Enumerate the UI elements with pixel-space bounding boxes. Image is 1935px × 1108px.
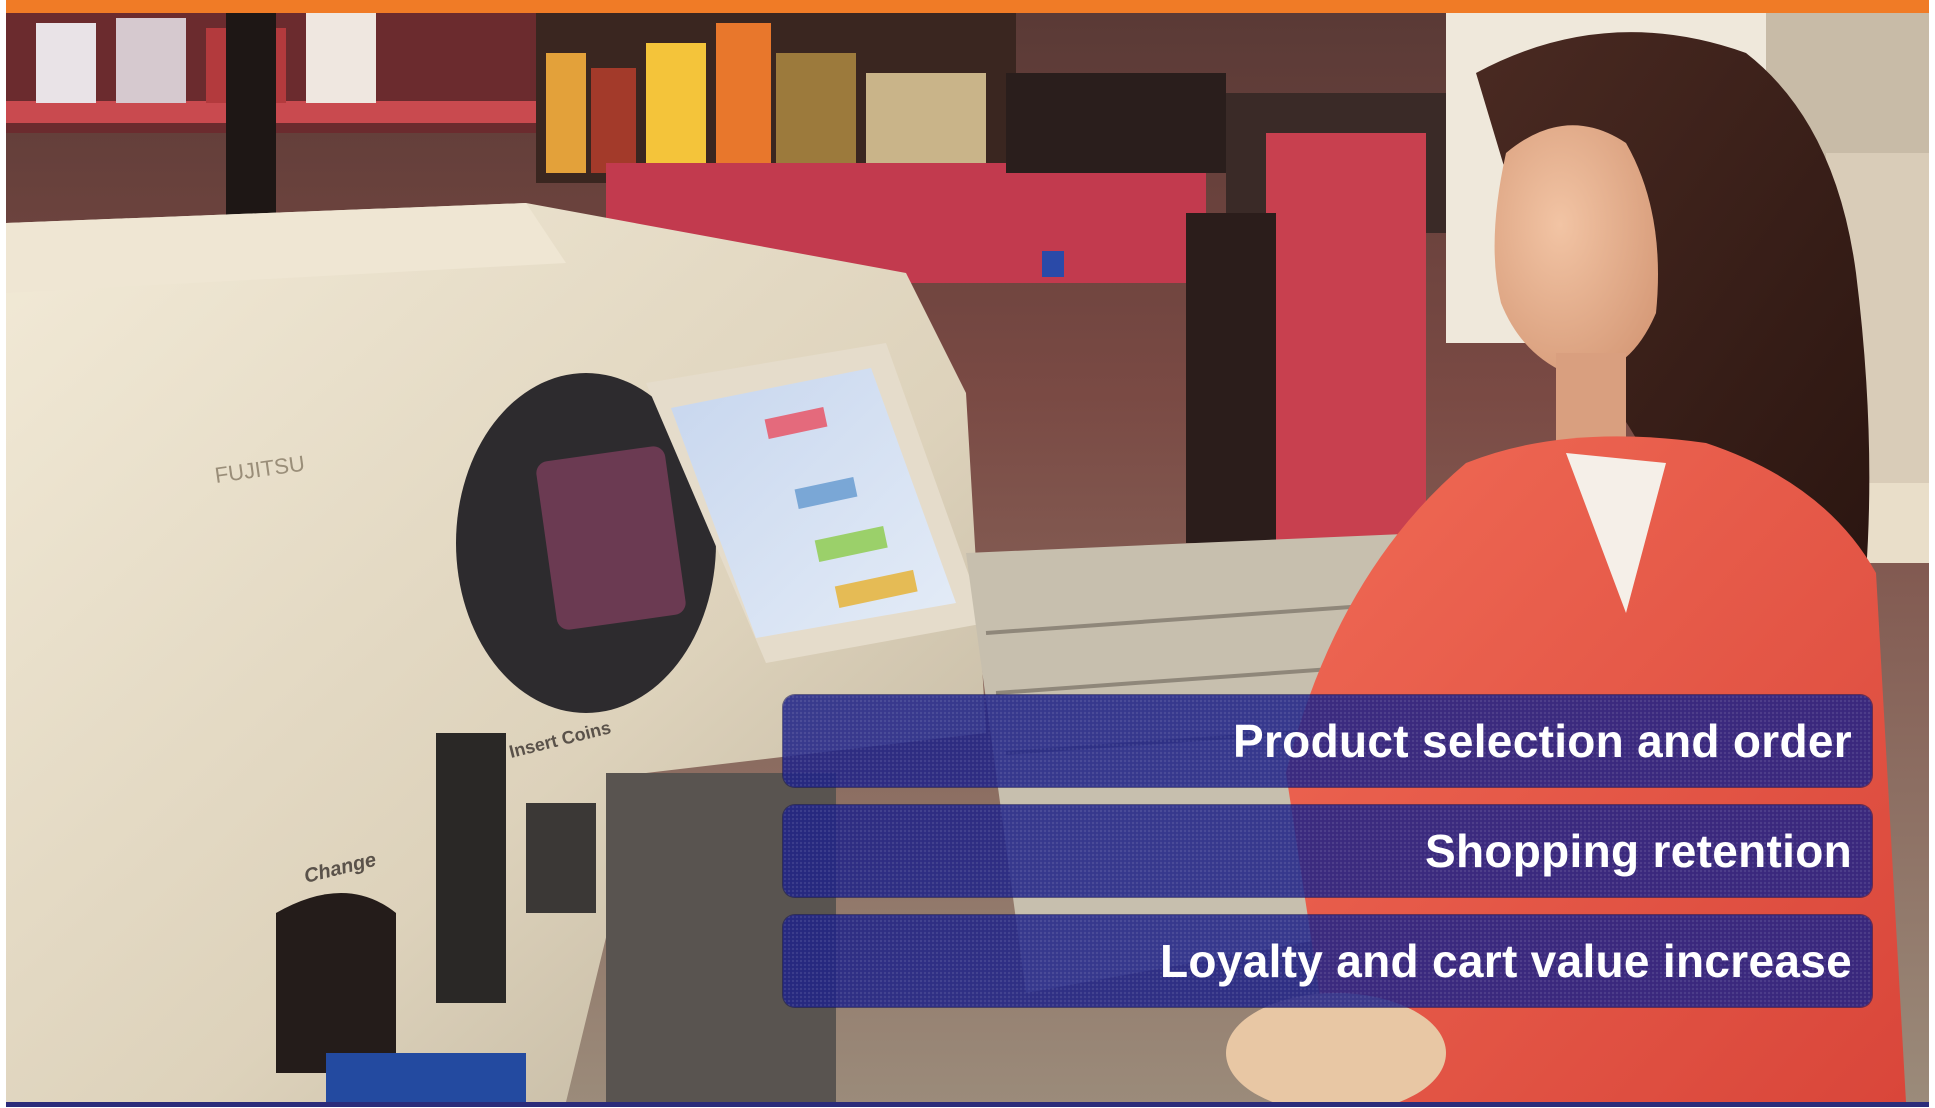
caption-loyalty-cart-value: Loyalty and cart value increase bbox=[783, 915, 1872, 1007]
caption-list: Product selection and order Shopping ret… bbox=[783, 695, 1872, 1025]
slide: FUJITSU Insert Coins Change Product sele… bbox=[0, 0, 1935, 1108]
top-accent-bar bbox=[6, 0, 1929, 13]
caption-label: Product selection and order bbox=[1233, 715, 1852, 767]
caption-product-selection: Product selection and order bbox=[783, 695, 1872, 787]
bottom-rule bbox=[6, 1102, 1929, 1107]
caption-label: Shopping retention bbox=[1424, 825, 1852, 877]
caption-shopping-retention: Shopping retention bbox=[783, 805, 1872, 897]
caption-label: Loyalty and cart value increase bbox=[1160, 935, 1852, 987]
